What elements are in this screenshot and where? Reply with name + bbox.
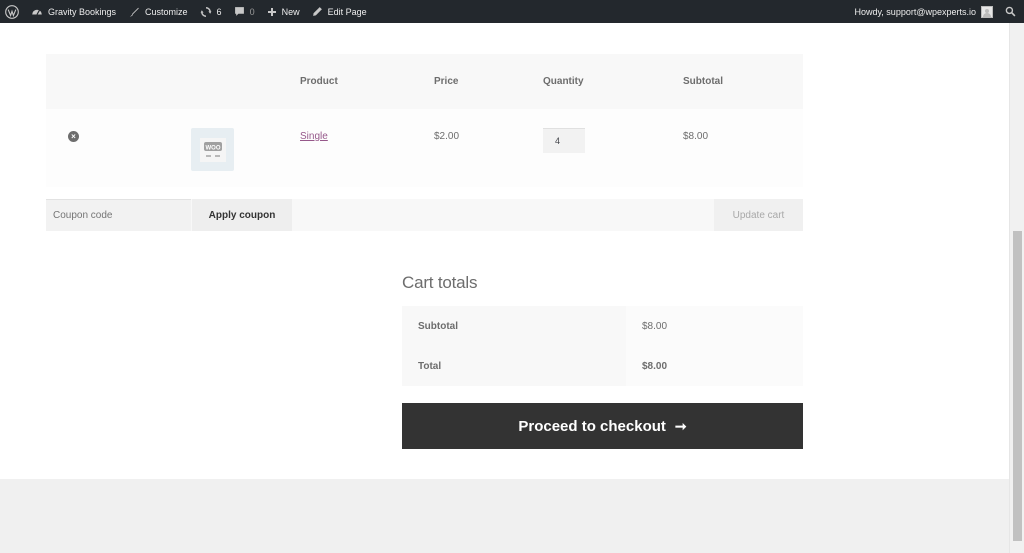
cart-actions: Apply coupon Update cart (46, 199, 803, 231)
admin-bar-account[interactable]: Howdy, support@wpexperts.io (848, 0, 999, 23)
footer-area (0, 479, 1009, 553)
admin-bar-comments[interactable]: 0 (228, 0, 261, 23)
updates-icon (200, 6, 212, 18)
comment-icon (234, 6, 245, 17)
subtotal-value: $8.00 (626, 306, 803, 346)
scrollbar[interactable] (1009, 23, 1024, 553)
product-link[interactable]: Single (300, 131, 328, 142)
woo-placeholder-icon: WOO (199, 137, 226, 162)
cart-totals-table: Subtotal $8.00 Total $8.00 (402, 306, 803, 386)
admin-bar: Gravity Bookings Customize 6 0 New Edit … (0, 0, 1024, 23)
thumb-text: WOO (205, 145, 220, 151)
scrollbar-thumb[interactable] (1013, 231, 1022, 541)
header-product: Product (300, 76, 338, 87)
header-quantity: Quantity (543, 76, 584, 87)
subtotal-label: Subtotal (402, 306, 626, 346)
dashboard-icon (31, 6, 43, 17)
customize-label: Customize (145, 6, 188, 17)
avatar (981, 5, 993, 18)
plus-icon (267, 7, 277, 17)
admin-bar-site-name[interactable]: Gravity Bookings (25, 0, 122, 23)
admin-bar-new[interactable]: New (261, 0, 306, 23)
update-cart-button[interactable]: Update cart (714, 199, 803, 231)
cart-table-header: Product Price Quantity Subtotal (46, 54, 803, 109)
total-label: Total (402, 346, 626, 386)
cart-table: Product Price Quantity Subtotal × WOO Si… (46, 54, 803, 187)
new-label: New (281, 6, 300, 17)
wordpress-logo-icon[interactable] (0, 0, 25, 23)
apply-coupon-button[interactable]: Apply coupon (192, 199, 292, 231)
product-thumbnail[interactable]: WOO (191, 128, 234, 171)
edit-page-label: Edit Page (327, 6, 367, 17)
comments-count: 0 (249, 6, 255, 17)
header-price: Price (434, 76, 459, 87)
product-price: $2.00 (434, 131, 460, 142)
updates-count: 6 (216, 6, 222, 17)
brush-icon (128, 6, 140, 18)
total-value: $8.00 (626, 346, 803, 386)
row-subtotal: $8.00 (683, 131, 709, 142)
quantity-input[interactable] (543, 128, 585, 153)
howdy-label: Howdy, support@wpexperts.io (854, 6, 976, 17)
admin-bar-updates[interactable]: 6 (194, 0, 228, 23)
pencil-icon (312, 6, 323, 17)
header-subtotal: Subtotal (683, 76, 723, 87)
admin-bar-customize[interactable]: Customize (122, 0, 194, 23)
site-name-label: Gravity Bookings (48, 6, 117, 17)
proceed-to-checkout-button[interactable]: Proceed to checkout ➞ (402, 403, 803, 449)
arrow-right-icon: ➞ (674, 417, 687, 434)
admin-bar-edit-page[interactable]: Edit Page (306, 0, 373, 23)
checkout-label: Proceed to checkout (518, 417, 666, 435)
search-icon (1005, 6, 1016, 17)
coupon-code-input[interactable] (46, 199, 191, 231)
remove-item-icon[interactable]: × (68, 131, 79, 142)
totals-row-total: Total $8.00 (402, 346, 803, 386)
totals-row-subtotal: Subtotal $8.00 (402, 306, 803, 346)
table-row: × WOO Single $2.00 $8.00 (46, 109, 803, 187)
cart-totals-title: Cart totals (402, 273, 478, 292)
admin-bar-search[interactable] (999, 0, 1024, 23)
